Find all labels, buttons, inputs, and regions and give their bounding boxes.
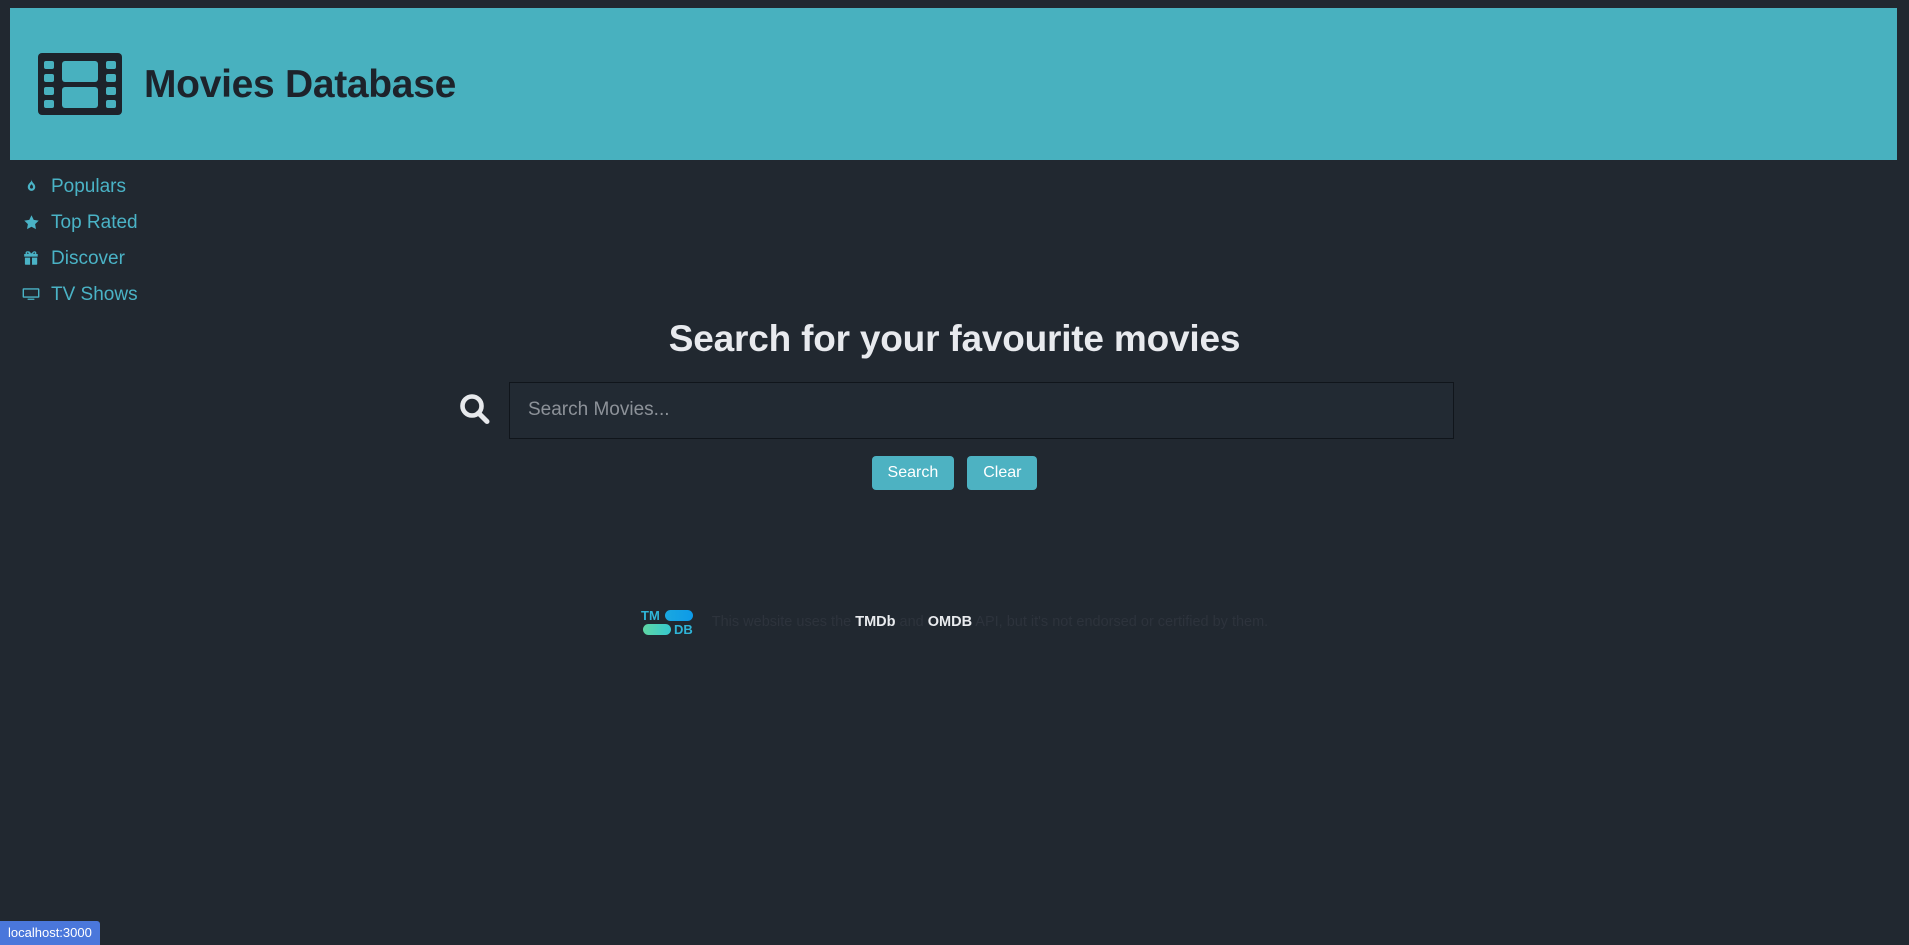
- sidebar-item-discover[interactable]: Discover: [20, 240, 340, 276]
- tv-icon: [20, 283, 42, 305]
- footer-text-after: API, but it's not endorsed or certified …: [972, 614, 1269, 631]
- search-icon: [455, 390, 495, 430]
- main-nav: Populars Top Rated Discover TV Shows: [20, 168, 340, 312]
- svg-text:TM: TM: [641, 608, 660, 623]
- footer-text: This website uses the TMDb and OMDB API,…: [712, 615, 1268, 630]
- gift-icon: [20, 247, 42, 269]
- footer-text-middle: and: [895, 614, 928, 631]
- site-header: Movies Database: [10, 8, 1897, 160]
- svg-text:DB: DB: [674, 622, 693, 637]
- search-input[interactable]: [509, 381, 1454, 439]
- footer-text-before: This website uses the: [711, 614, 856, 631]
- sidebar-item-top-rated[interactable]: Top Rated: [20, 204, 340, 240]
- footer-omdb-label: OMDB: [927, 614, 973, 631]
- search-button[interactable]: Search: [871, 455, 955, 490]
- page-root: Movies Database Populars Top Rated Disco…: [0, 0, 1909, 945]
- clear-button[interactable]: Clear: [967, 455, 1038, 490]
- fire-icon: [20, 175, 42, 197]
- sidebar-item-label: Discover: [51, 247, 125, 269]
- sidebar-item-label: Top Rated: [51, 211, 138, 233]
- star-icon: [20, 211, 42, 233]
- sidebar-item-label: TV Shows: [51, 283, 138, 305]
- sidebar-item-tv-shows[interactable]: TV Shows: [20, 276, 340, 312]
- sidebar-item-label: Populars: [51, 175, 126, 197]
- footer-attribution: TM DB This website uses the TMDb and OMD…: [0, 608, 1909, 637]
- film-strip-icon: [38, 47, 122, 121]
- footer-tmdb-label: TMDb: [855, 614, 896, 631]
- tmdb-logo-icon: TM DB: [641, 608, 703, 637]
- search-button-row: Search Clear: [0, 455, 1909, 490]
- sidebar-item-populars[interactable]: Populars: [20, 168, 340, 204]
- status-bar-url: localhost:3000: [0, 921, 100, 945]
- search-heading: Search for your favourite movies: [668, 318, 1241, 359]
- search-section: Search for your favourite movies Search …: [0, 318, 1909, 490]
- page-title: Movies Database: [144, 62, 456, 106]
- search-row: [0, 381, 1909, 439]
